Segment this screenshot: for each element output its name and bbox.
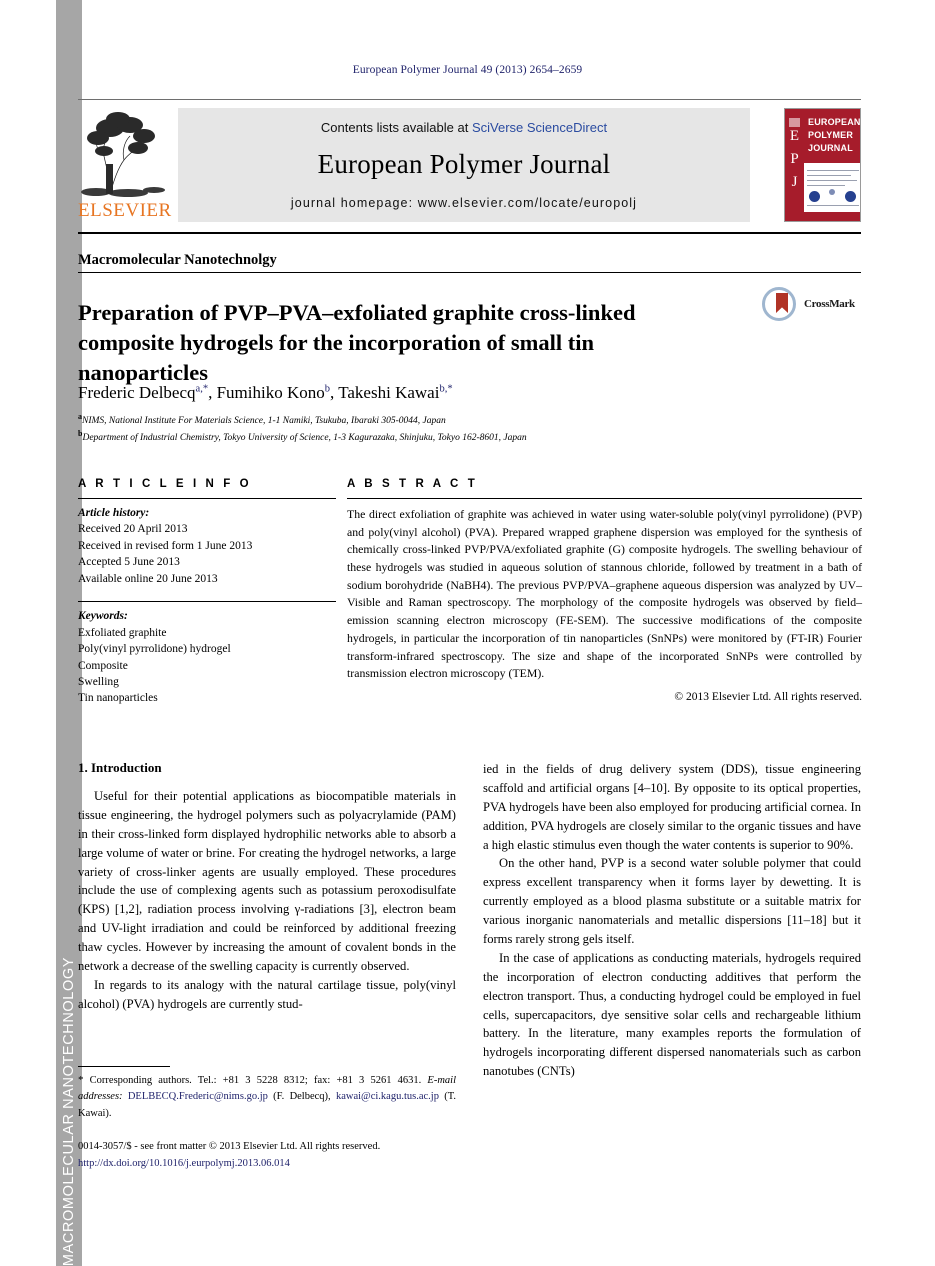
running-head: European Polymer Journal 49 (2013) 2654–…	[352, 64, 583, 76]
cover-artwork	[807, 167, 859, 211]
article-info-divider	[78, 498, 336, 499]
article-info-block: A R T I C L E I N F O Article history: R…	[78, 478, 336, 707]
affiliation-item: bDepartment of Industrial Chemistry, Tok…	[78, 428, 818, 445]
cover-spine-letter-p: P	[790, 151, 799, 167]
article-history-item: Available online 20 June 2013	[78, 572, 218, 585]
abstract-divider	[347, 498, 862, 499]
body-paragraph: On the other hand, PVP is a second water…	[483, 856, 861, 947]
contents-lists-line: Contents lists available at SciVerse Sci…	[178, 108, 750, 135]
crossmark-label: CrossMark	[804, 298, 855, 310]
email-owner-1: (F. Delbecq)	[273, 1091, 329, 1103]
email-link-2[interactable]: kawai@ci.kagu.tus.ac.jp	[336, 1091, 439, 1102]
abstract-text: The direct exfoliation of graphite was a…	[347, 507, 862, 681]
cover-spine: E P J	[785, 109, 804, 221]
article-history-item: Accepted 5 June 2013	[78, 556, 180, 569]
body-paragraph: Useful for their potential applications …	[78, 789, 456, 974]
contents-lists-prefix: Contents lists available at	[320, 120, 472, 135]
cover-band-line-2: POLYMER	[808, 130, 854, 141]
article-history-item: Received 20 April 2013	[78, 523, 188, 536]
body-paragraph: In regards to its analogy with the natur…	[78, 977, 456, 1011]
keyword-item: Exfoliated graphite	[78, 626, 167, 639]
keyword-item: Poly(vinyl pyrrolidone) hydrogel	[78, 643, 231, 656]
cover-spine-letter-j: J	[791, 174, 798, 190]
author-name: Frederic Delbecq	[78, 383, 196, 402]
cover-band-line-1: EUROPEAN	[808, 117, 861, 127]
keyword-item: Tin nanoparticles	[78, 692, 158, 705]
article-history-title: Article history:	[78, 507, 150, 519]
author-marks: b	[324, 383, 330, 395]
journal-article-page: European Polymer Journal 49 (2013) 2654–…	[0, 0, 935, 1266]
journal-cover-thumbnail: E P J EUROPEAN POLYMER JOURNAL	[784, 108, 861, 222]
crossmark-badge-icon	[762, 287, 796, 321]
introduction-heading: 1. Introduction	[78, 760, 162, 775]
affiliation-text: NIMS, National Institute For Materials S…	[82, 416, 446, 427]
keyword-item: Composite	[78, 659, 128, 672]
elsevier-tree-icon	[80, 108, 166, 198]
imprint-line: 0014-3057/$ - see front matter © 2013 El…	[78, 1141, 381, 1152]
corresponding-authors-note: Corresponding authors. Tel.: +81 3 5228 …	[89, 1075, 422, 1086]
affiliation-text: Department of Industrial Chemistry, Toky…	[82, 433, 527, 444]
article-history-item: Received in revised form 1 June 2013	[78, 539, 253, 552]
section-divider	[78, 272, 861, 273]
journal-homepage-line[interactable]: journal homepage: www.elsevier.com/locat…	[178, 196, 750, 210]
body-column-right: ied in the fields of drug delivery syste…	[483, 760, 861, 1081]
elsevier-tree-svg	[81, 112, 165, 197]
author-list: Frederic Delbecqa,*, Fumihiko Konob, Tak…	[78, 383, 453, 402]
body-column-left: 1. Introduction Useful for their potenti…	[78, 760, 456, 1014]
page-title: Preparation of PVP–PVA–exfoliated graphi…	[78, 300, 636, 385]
keywords-divider	[78, 601, 336, 603]
article-info-heading: A R T I C L E I N F O	[78, 478, 252, 490]
abstract-block: A B S T R A C T The direct exfoliation o…	[347, 478, 862, 703]
author-marks: b,*	[439, 383, 453, 395]
affiliation-item: aNIMS, National Institute For Materials …	[78, 411, 818, 428]
footnote-divider	[78, 1066, 170, 1067]
body-paragraph: ied in the fields of drug delivery syste…	[483, 762, 861, 852]
cover-title-band: EUROPEAN POLYMER JOURNAL	[804, 109, 860, 163]
author-name: Fumihiko Kono	[216, 383, 325, 402]
keywords-list: Keywords: Exfoliated graphite Poly(vinyl…	[78, 608, 336, 707]
article-history: Article history: Received 20 April 2013 …	[78, 505, 336, 587]
elsevier-wordmark: ELSEVIER	[78, 200, 172, 221]
journal-title: European Polymer Journal	[317, 149, 611, 179]
cover-face: EUROPEAN POLYMER JOURNAL	[804, 109, 860, 221]
cover-footer-band	[804, 212, 860, 221]
cover-band-line-3: JOURNAL	[808, 143, 853, 154]
imprint-block: 0014-3057/$ - see front matter © 2013 El…	[78, 1139, 478, 1173]
sciencedirect-link[interactable]: SciVerse ScienceDirect	[472, 120, 607, 135]
journal-masthead: ELSEVIER Contents lists available at Sci…	[78, 99, 861, 234]
abstract-heading: A B S T R A C T	[347, 478, 478, 490]
abstract-copyright: © 2013 Elsevier Ltd. All rights reserved…	[674, 690, 862, 703]
footnote-text: * Corresponding authors. Tel.: +81 3 522…	[78, 1074, 457, 1119]
keywords-title: Keywords:	[78, 610, 128, 623]
email-link-1[interactable]: DELBECQ.Frederic@nims.go.jp	[128, 1091, 268, 1102]
affiliation-list: aNIMS, National Institute For Materials …	[78, 411, 818, 446]
doi-link[interactable]: http://dx.doi.org/10.1016/j.eurpolymj.20…	[78, 1156, 478, 1173]
elsevier-logo: ELSEVIER	[78, 108, 172, 222]
body-paragraph: In the case of applications as conductin…	[483, 950, 861, 1079]
footnote-block: * Corresponding authors. Tel.: +81 3 522…	[78, 1066, 456, 1122]
crossmark-ribbon-icon	[776, 293, 788, 313]
cover-spine-letter-e: E	[789, 128, 800, 144]
footnote-star-mark: *	[78, 1074, 84, 1086]
author-name: Takeshi Kawai	[338, 383, 440, 402]
journal-section-label: Macromolecular Nanotechnolgy	[78, 252, 277, 268]
author-marks: a,*	[195, 383, 209, 395]
masthead-center-panel: Contents lists available at SciVerse Sci…	[178, 108, 750, 222]
keyword-item: Swelling	[78, 675, 119, 688]
crossmark-logo[interactable]: CrossMark	[762, 287, 862, 323]
